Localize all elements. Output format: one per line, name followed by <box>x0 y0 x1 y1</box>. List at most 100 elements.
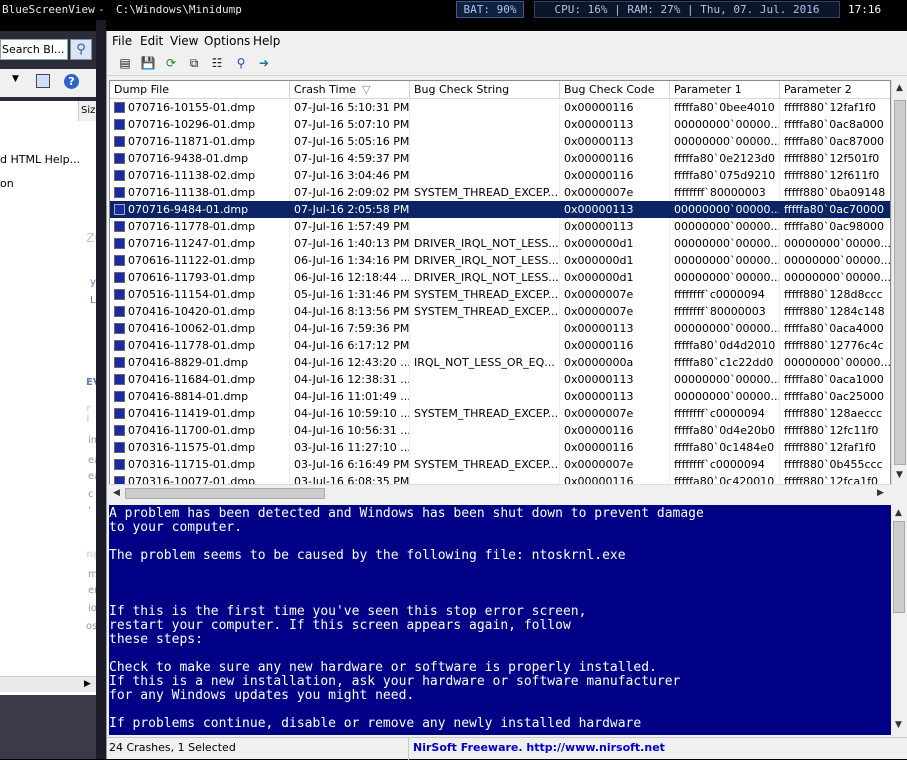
table-row[interactable]: 070716-11138-02.dmp 07-Jul-16 3:04:46 PM 0… <box>110 167 890 184</box>
menu-help[interactable]: Help <box>253 34 280 48</box>
cell-dump-file: 070416-10062-01.dmp <box>110 320 290 337</box>
column-parameter-1[interactable]: Parameter 1 <box>670 81 780 99</box>
window-gap <box>96 20 106 759</box>
scroll-down-icon[interactable]: ▼ <box>896 470 903 480</box>
crash-count-status: 24 Crashes, 1 Selected <box>107 738 409 760</box>
cell-bug-check-code-text: 0x0000000a <box>564 356 634 369</box>
dump-file-icon <box>114 221 125 232</box>
menu-bar: File Edit View Options Help <box>107 31 907 51</box>
table-row[interactable]: 070716-11138-01.dmp 07-Jul-16 2:09:02 PM S… <box>110 184 890 201</box>
table-row[interactable]: 070416-11778-01.dmp 04-Jul-16 6:17:12 PM 0… <box>110 337 890 354</box>
bsod-scrollbar[interactable]: ▲ ▼ <box>891 505 907 735</box>
cell-dump-file-text: 070316-11715-01.dmp <box>128 458 256 471</box>
cell-bug-check-code: 0x00000113 <box>560 201 670 218</box>
table-row[interactable]: 070416-10420-01.dmp 04-Jul-16 8:13:56 PM S… <box>110 303 890 320</box>
list-horizontal-scroll-thumb[interactable] <box>125 488 325 499</box>
cell-crash-time-text: 03-Jul-16 11:27:10 ... <box>294 441 410 454</box>
table-row[interactable]: 070716-10296-01.dmp 07-Jul-16 5:07:10 PM 0… <box>110 116 890 133</box>
cell-dump-file: 070416-8829-01.dmp <box>110 354 290 371</box>
cell-bug-check-code: 0x00000113 <box>560 218 670 235</box>
background-fragment: ostic <box>86 621 96 632</box>
table-row[interactable]: 070316-11575-01.dmp 03-Jul-16 11:27:10 ..… <box>110 439 890 456</box>
table-row[interactable]: 070416-10062-01.dmp 04-Jul-16 7:59:36 PM 0… <box>110 320 890 337</box>
cell-parameter-1: ffffffff`80000003 <box>670 303 780 320</box>
table-row[interactable]: 070616-11122-01.dmp 06-Jul-16 1:34:16 PM D… <box>110 252 890 269</box>
menu-edit[interactable]: Edit <box>140 34 163 48</box>
cell-dump-file: 070616-11122-01.dmp <box>110 252 290 269</box>
cell-bug-check-string: SYSTEM_THREAD_EXCEP... <box>410 184 560 201</box>
cell-parameter-2: fffff880`12faf1f0 <box>780 439 890 456</box>
column-parameter-2[interactable]: Parameter 2 <box>780 81 890 99</box>
cell-parameter-2-text: fffff880`12faf1f0 <box>784 441 876 454</box>
bsod-scroll-thumb[interactable] <box>893 521 905 613</box>
column-bug-check-code[interactable]: Bug Check Code <box>560 81 670 99</box>
table-row[interactable]: 070716-9484-01.dmp 07-Jul-16 2:05:58 PM 0x… <box>110 201 890 218</box>
table-row[interactable]: 070716-10155-01.dmp 07-Jul-16 5:10:31 PM 0… <box>110 99 890 116</box>
cell-parameter-2: fffffa80`0ac98000 <box>780 218 890 235</box>
background-fragment: ng <box>86 549 96 560</box>
exit-icon[interactable]: ➜ <box>255 55 273 72</box>
cell-parameter-1-text: ffffffff`80000003 <box>674 186 766 199</box>
bsod-preview[interactable]: A problem has been detected and Windows … <box>109 505 891 735</box>
save-icon[interactable]: 💾 <box>139 55 157 72</box>
cell-parameter-2: fffff880`0ba09148 <box>780 184 890 201</box>
dump-file-icon <box>114 374 125 385</box>
table-row[interactable]: 070416-11419-01.dmp 04-Jul-16 10:59:10 ..… <box>110 405 890 422</box>
cell-bug-check-code: 0x000000d1 <box>560 235 670 252</box>
cell-crash-time-text: 07-Jul-16 5:05:16 PM <box>294 135 410 148</box>
table-row[interactable]: 070516-11154-01.dmp 05-Jul-16 1:31:46 PM S… <box>110 286 890 303</box>
table-row[interactable]: 070716-9438-01.dmp 07-Jul-16 4:59:37 PM 0x… <box>110 150 890 167</box>
nirsoft-link[interactable]: NirSoft Freeware. http://www.nirsoft.net <box>413 738 665 760</box>
table-row[interactable]: 070716-11247-01.dmp 07-Jul-16 1:40:13 PM D… <box>110 235 890 252</box>
crash-list[interactable]: Dump File Crash Time ▽ Bug Check String B… <box>109 80 891 485</box>
table-row[interactable]: 070416-8829-01.dmp 04-Jul-16 12:43:20 ...… <box>110 354 891 371</box>
column-dump-file[interactable]: Dump File <box>110 81 290 99</box>
cell-bug-check-string <box>410 116 560 133</box>
layout-icon[interactable] <box>36 74 50 88</box>
list-vertical-scrollbar[interactable]: ▲ ▼ <box>891 80 907 485</box>
table-row[interactable]: 070716-11871-01.dmp 07-Jul-16 5:05:16 PM 0… <box>110 133 890 150</box>
help-icon[interactable]: ? <box>64 74 79 89</box>
find-icon[interactable]: ⚲ <box>232 55 250 72</box>
table-row[interactable]: 070716-11778-01.dmp 07-Jul-16 1:57:49 PM 0… <box>110 218 890 235</box>
cell-bug-check-code-text: 0x0000007e <box>564 186 634 199</box>
chevron-down-icon[interactable]: ▼ <box>12 74 19 84</box>
cell-dump-file-text: 070416-11684-01.dmp <box>128 373 256 386</box>
search-icon[interactable]: ⚲ <box>70 39 92 60</box>
table-row[interactable]: 070616-11793-01.dmp 06-Jul-16 12:18:44 ..… <box>110 269 890 286</box>
table-row[interactable]: 070416-11684-01.dmp 04-Jul-16 12:38:31 ..… <box>110 371 890 388</box>
background-hscroll[interactable]: ▶ <box>0 676 96 692</box>
cell-crash-time: 03-Jul-16 6:16:49 PM <box>290 456 410 473</box>
scroll-right-icon[interactable]: ▶ <box>877 488 884 498</box>
chevron-right-icon[interactable]: ▶ <box>84 679 91 689</box>
background-size-header[interactable]: Siz <box>78 101 96 121</box>
cell-parameter-2-text: 00000000`00000... <box>784 356 891 369</box>
refresh-icon[interactable]: ⟳ <box>162 55 180 72</box>
scroll-up-icon[interactable]: ▲ <box>896 83 903 93</box>
background-item[interactable]: d HTML Help... <box>0 153 80 166</box>
list-horizontal-scrollbar[interactable]: ◀ ▶ <box>109 484 891 501</box>
properties-icon[interactable]: ▤ <box>116 55 134 72</box>
menu-view[interactable]: View <box>170 34 198 48</box>
dump-file-icon <box>114 306 125 317</box>
copy-icon[interactable]: ⧉ <box>185 55 203 72</box>
table-row[interactable]: 070316-11715-01.dmp 03-Jul-16 6:16:49 PM S… <box>110 456 890 473</box>
scroll-down-icon[interactable]: ▼ <box>895 720 902 730</box>
list-vertical-scroll-thumb[interactable] <box>894 100 906 465</box>
cell-bug-check-code: 0x000000d1 <box>560 252 670 269</box>
background-item[interactable]: on <box>0 177 14 190</box>
cell-parameter-2: fffff880`128d8ccc <box>780 286 890 303</box>
table-row[interactable]: 070416-8814-01.dmp 04-Jul-16 11:01:49 ...… <box>110 388 890 405</box>
menu-options[interactable]: Options <box>204 34 250 48</box>
menu-file[interactable]: File <box>112 34 132 48</box>
scroll-left-icon[interactable]: ◀ <box>113 488 120 498</box>
cell-bug-check-code: 0x0000007e <box>560 184 670 201</box>
cell-bug-check-string-text: SYSTEM_THREAD_EXCEP... <box>414 305 559 318</box>
scroll-up-icon[interactable]: ▲ <box>895 508 902 518</box>
column-bug-check-string[interactable]: Bug Check String <box>410 81 560 99</box>
table-row[interactable]: 070416-11700-01.dmp 04-Jul-16 10:56:31 ..… <box>110 422 890 439</box>
column-crash-time[interactable]: Crash Time ▽ <box>290 81 410 99</box>
report-icon[interactable]: ☷ <box>208 55 226 72</box>
cell-parameter-1-text: 00000000`00000... <box>674 254 780 267</box>
background-search-input[interactable]: Search Bl... <box>0 39 68 60</box>
